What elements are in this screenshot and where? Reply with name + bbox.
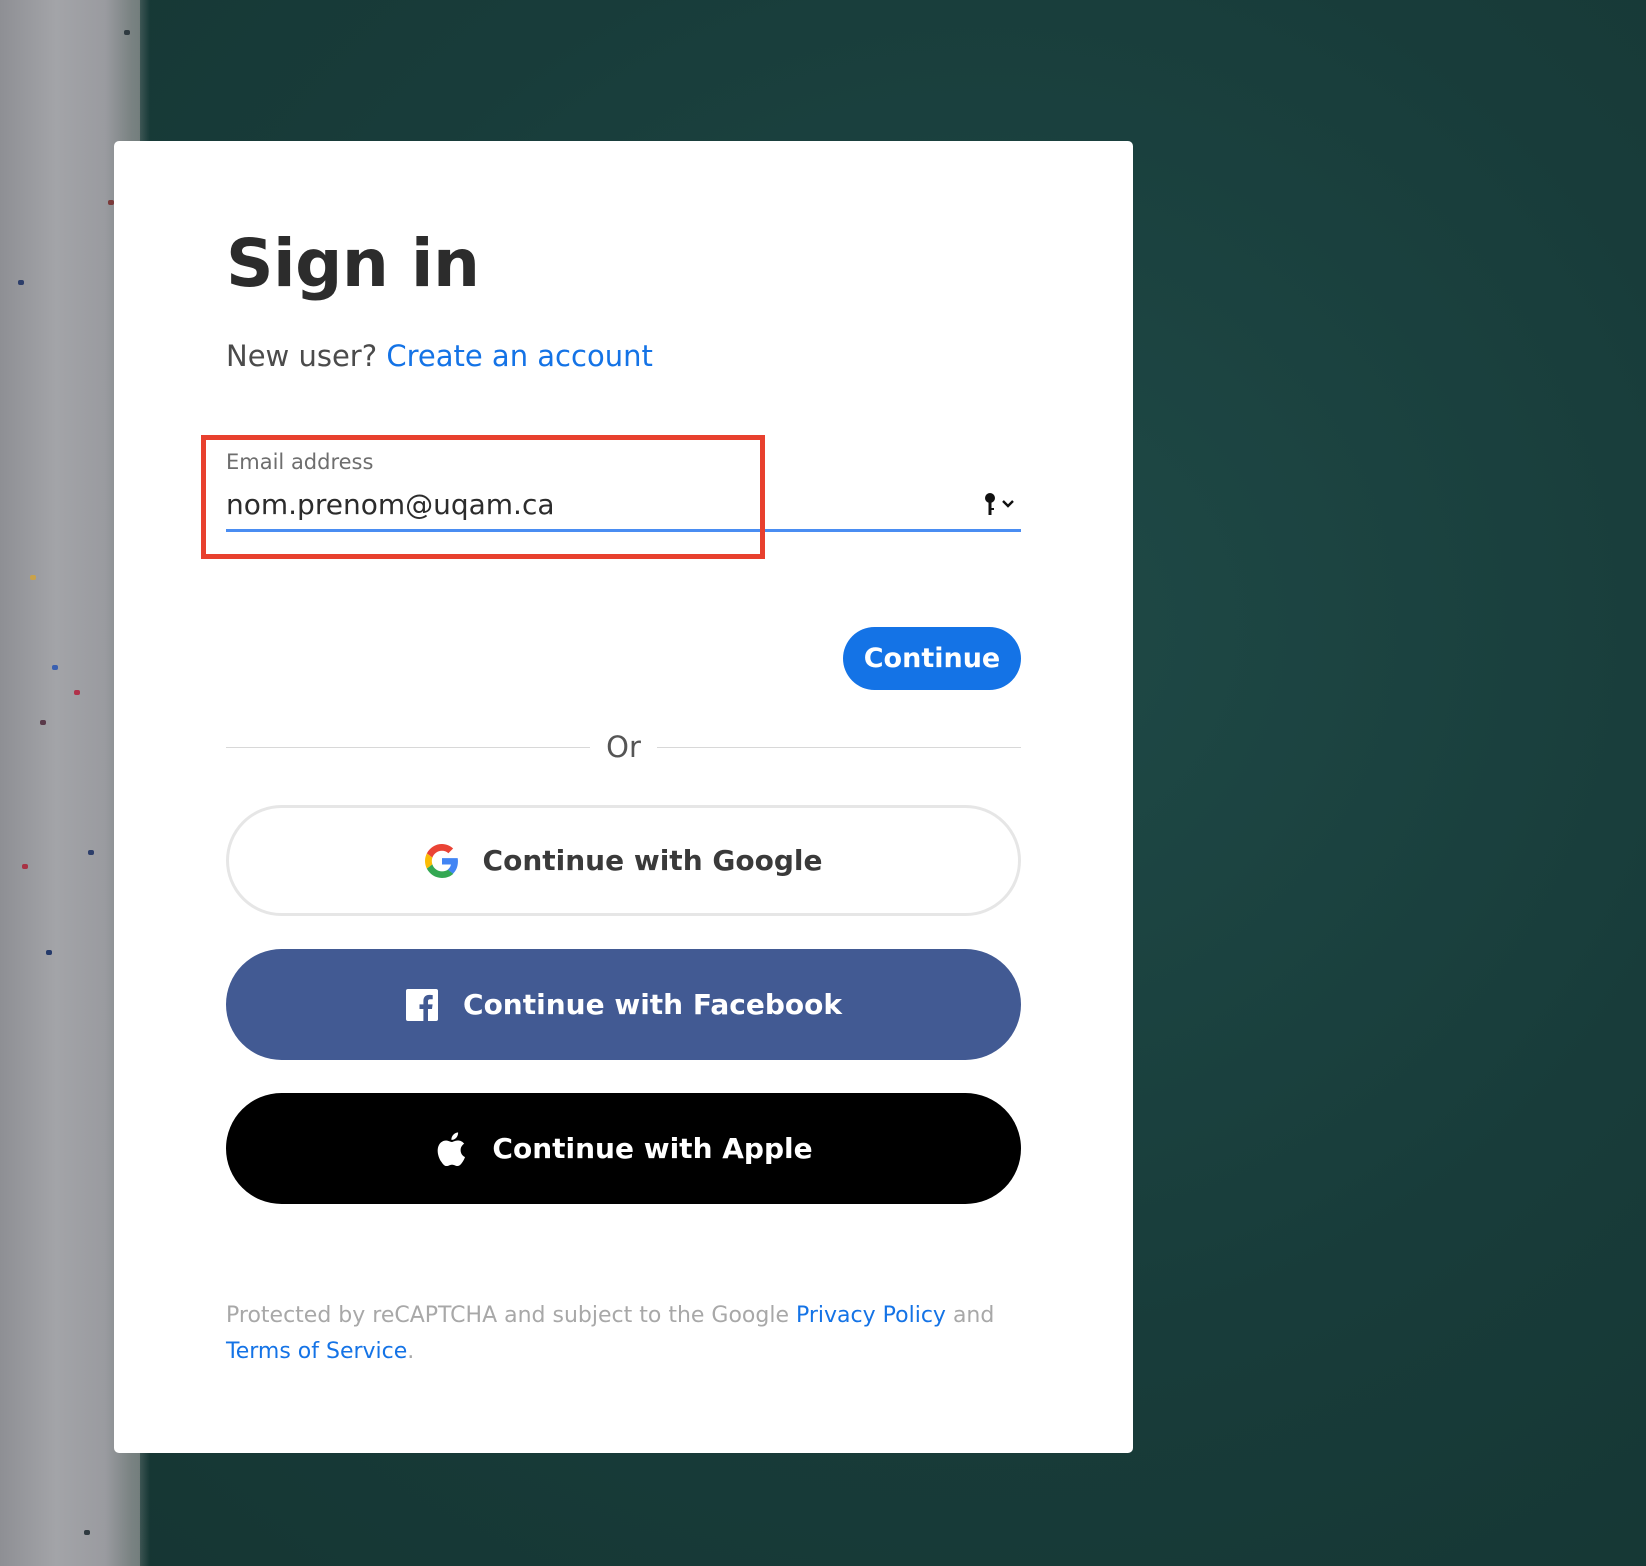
new-user-row: New user? Create an account [226, 339, 653, 373]
beach-figure [124, 30, 130, 35]
signin-card: Sign in New user? Create an account Emai… [114, 141, 1133, 1453]
continue-with-apple-button[interactable]: Continue with Apple [226, 1093, 1021, 1204]
facebook-button-label: Continue with Facebook [463, 988, 842, 1021]
new-user-prompt: New user? [226, 339, 378, 373]
legal-suffix: . [407, 1339, 415, 1364]
or-label: Or [606, 730, 641, 764]
beach-figure [22, 864, 28, 869]
continue-with-facebook-button[interactable]: Continue with Facebook [226, 949, 1021, 1060]
email-highlight-box [201, 435, 765, 559]
privacy-policy-link[interactable]: Privacy Policy [796, 1303, 946, 1328]
apple-icon [434, 1131, 468, 1166]
google-icon [424, 843, 459, 878]
beach-figure [88, 850, 94, 855]
beach-figure [74, 690, 80, 695]
terms-of-service-link[interactable]: Terms of Service [226, 1339, 407, 1364]
divider-line-left [226, 747, 590, 748]
page-title: Sign in [226, 225, 480, 302]
legal-prefix: Protected by reCAPTCHA and subject to th… [226, 1303, 789, 1328]
continue-button[interactable]: Continue [843, 627, 1021, 690]
beach-figure [84, 1530, 90, 1535]
beach-figure [30, 575, 36, 580]
divider-line-right [657, 747, 1021, 748]
recaptcha-notice: Protected by reCAPTCHA and subject to th… [226, 1298, 1026, 1370]
apple-button-label: Continue with Apple [492, 1132, 813, 1165]
create-account-link[interactable]: Create an account [386, 339, 652, 373]
google-button-label: Continue with Google [482, 844, 823, 877]
chevron-down-icon [1002, 500, 1014, 508]
facebook-icon [405, 988, 439, 1022]
legal-and: and [952, 1303, 995, 1328]
beach-figure [46, 950, 52, 955]
continue-with-google-button[interactable]: Continue with Google [226, 805, 1021, 916]
beach-figure [18, 280, 24, 285]
beach-figure [52, 665, 58, 670]
or-divider: Or [226, 726, 1021, 770]
key-icon[interactable] [979, 491, 1019, 517]
beach-figure [40, 720, 46, 725]
